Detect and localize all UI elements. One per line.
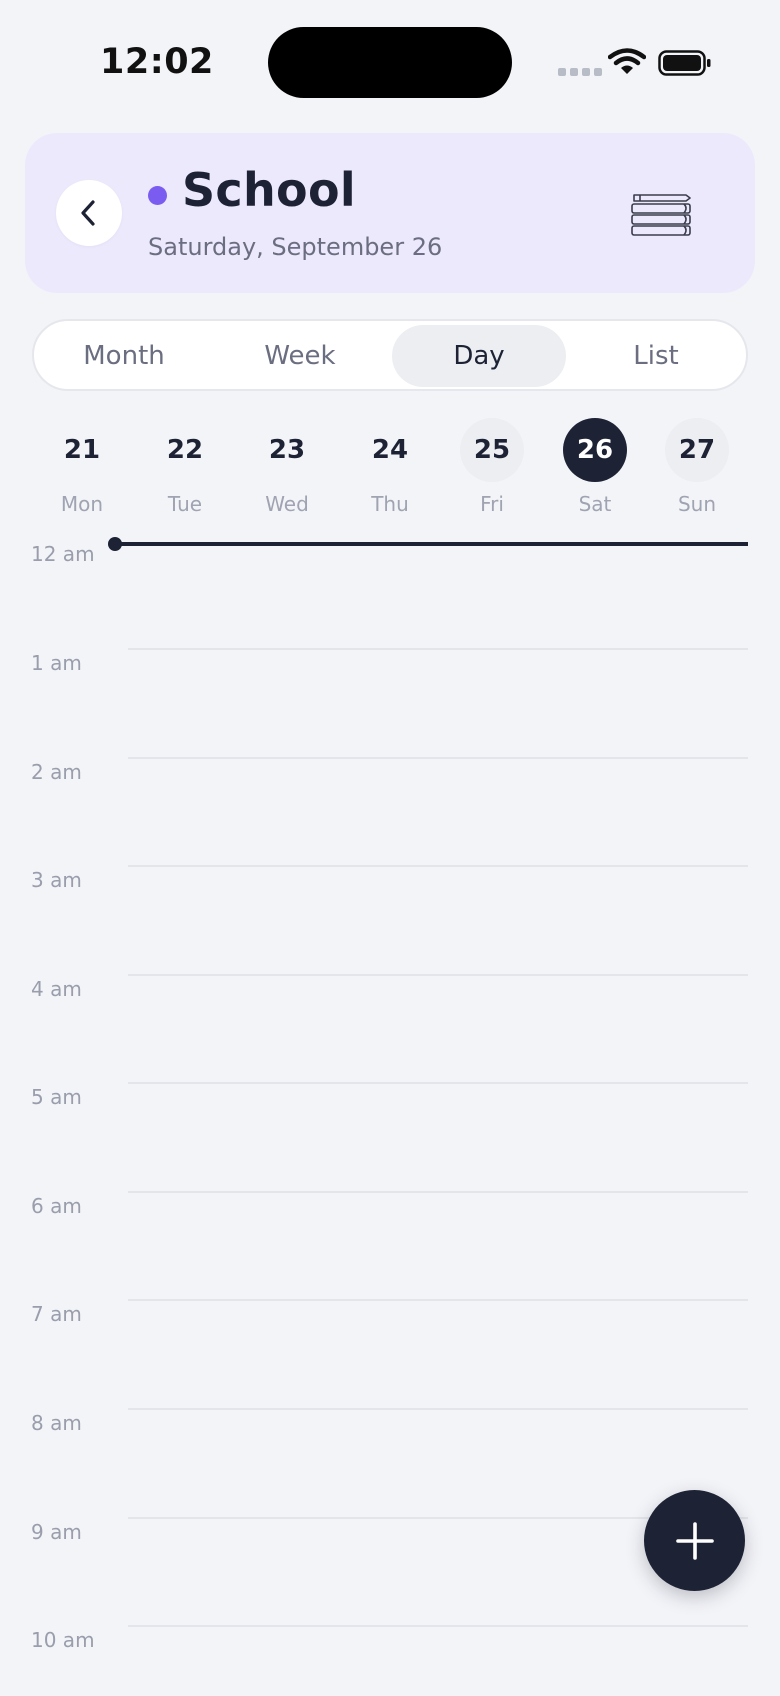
chevron-left-icon [81, 200, 95, 226]
hour-divider [128, 1082, 748, 1084]
hour-divider [128, 1191, 748, 1193]
hour-divider [128, 757, 748, 759]
battery-icon [658, 50, 711, 76]
day-cell-24[interactable]: 24 Thu [358, 418, 422, 516]
back-button[interactable] [56, 180, 122, 246]
day-label: Sun [677, 492, 717, 516]
day-cell-27[interactable]: 27 Sun [665, 418, 729, 516]
hour-label: 12 am [31, 542, 95, 566]
wifi-icon [608, 48, 646, 74]
selected-date: Saturday, September 26 [148, 233, 443, 261]
hour-divider [128, 1299, 748, 1301]
day-cell-22[interactable]: 22 Tue [153, 418, 217, 516]
view-switcher: Month Week Day List [32, 319, 748, 391]
hour-label: 7 am [31, 1302, 82, 1326]
day-label: Sat [578, 492, 612, 516]
day-number: 22 [166, 435, 204, 465]
day-cell-23[interactable]: 23 Wed [255, 418, 319, 516]
day-cell-21[interactable]: 21 Mon [50, 418, 114, 516]
status-bar: 12:02 [0, 0, 780, 120]
day-label: Fri [480, 492, 504, 516]
day-number: 24 [371, 435, 409, 465]
day-number: 21 [63, 435, 101, 465]
day-label: Mon [60, 492, 104, 516]
tab-list[interactable]: List [570, 325, 742, 387]
hour-label: 6 am [31, 1194, 82, 1218]
calendar-title: School [182, 163, 356, 217]
day-number: 26 [563, 418, 627, 482]
books-icon [631, 194, 691, 236]
day-number: 23 [268, 435, 306, 465]
day-cell-26[interactable]: 26 Sat [563, 418, 627, 516]
hour-label: 9 am [31, 1520, 82, 1544]
current-time-line [116, 542, 748, 546]
day-label: Thu [371, 492, 409, 516]
day-label: Wed [265, 492, 309, 516]
hour-divider [128, 1625, 748, 1627]
dynamic-island [268, 27, 512, 98]
calendar-header-card: School Saturday, September 26 [25, 133, 755, 293]
hour-label: 8 am [31, 1411, 82, 1435]
plus-icon [675, 1521, 714, 1560]
hour-divider [128, 974, 748, 976]
tab-day[interactable]: Day [392, 325, 566, 387]
day-cell-25[interactable]: 25 Fri [460, 418, 524, 516]
tab-month[interactable]: Month [38, 325, 210, 387]
day-number: 27 [665, 418, 729, 482]
hour-label: 1 am [31, 651, 82, 675]
hour-divider [128, 865, 748, 867]
day-number: 25 [460, 418, 524, 482]
day-view-screen: 12:02 School Saturday, September 26 Mont… [0, 0, 780, 1696]
hour-divider [128, 648, 748, 650]
add-event-button[interactable] [644, 1490, 745, 1591]
hour-label: 2 am [31, 760, 82, 784]
hour-label: 3 am [31, 868, 82, 892]
hour-divider [128, 1408, 748, 1410]
cellular-signal-icon [558, 68, 602, 76]
tab-week[interactable]: Week [214, 325, 386, 387]
calendar-color-dot [148, 186, 167, 205]
week-day-strip: 21 Mon 22 Tue 23 Wed 24 Thu 25 Fri 26 Sa… [30, 418, 750, 518]
hour-label: 5 am [31, 1085, 82, 1109]
status-time: 12:02 [100, 42, 214, 82]
hour-label: 4 am [31, 977, 82, 1001]
current-time-dot [108, 537, 122, 551]
day-label: Tue [167, 492, 203, 516]
hour-label: 10 am [31, 1628, 95, 1652]
